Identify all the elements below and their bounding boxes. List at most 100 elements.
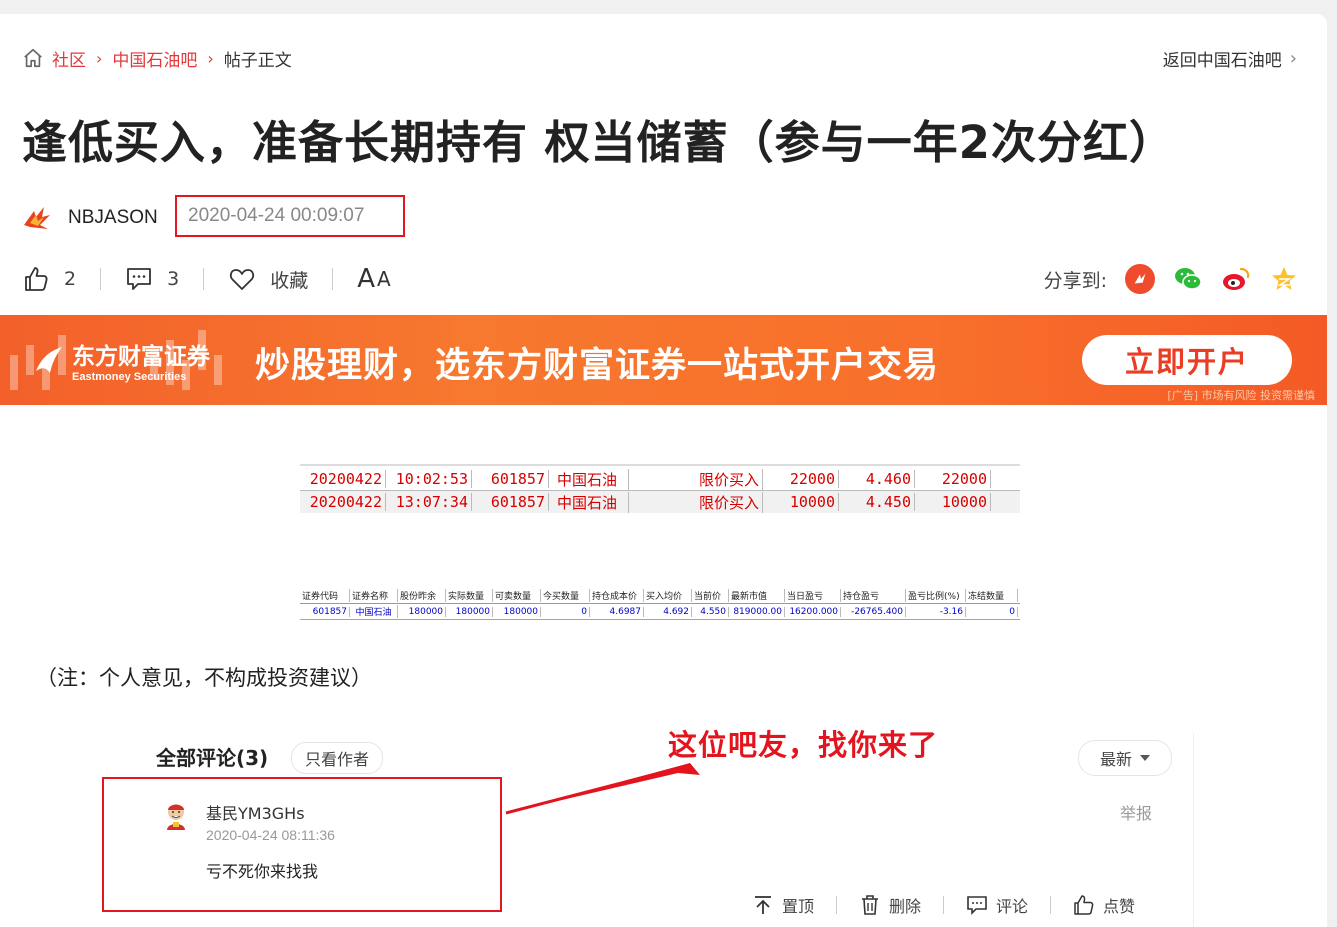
trade-code: 601857 <box>472 493 549 511</box>
annotation-arrow <box>505 763 700 815</box>
trade-name: 中国石油 <box>549 468 629 490</box>
back-link-label: 返回中国石油吧 <box>1162 51 1282 71</box>
font-size-button[interactable]: AA <box>357 264 392 294</box>
like-label: 点赞 <box>1103 897 1136 916</box>
holdings-header-cell: 当前价 <box>692 589 729 602</box>
holdings-header-cell: 股份昨余 <box>398 589 446 602</box>
holdings-cell: 180000 <box>398 606 446 617</box>
ad-slogan: 炒股理财，选东方财富证券一站式开户交易 <box>255 346 940 386</box>
trade-code: 601857 <box>472 470 549 488</box>
open-account-button[interactable]: 立即开户 <box>1082 335 1292 385</box>
breadcrumb-bar[interactable]: 中国石油吧 <box>112 46 197 71</box>
weibo-icon[interactable] <box>1221 264 1251 294</box>
report-button[interactable]: 举报 <box>1120 800 1152 824</box>
share-bar: 分享到: <box>1044 262 1299 296</box>
user-avatar-icon[interactable] <box>162 801 190 831</box>
thumbs-up-icon <box>1074 895 1094 915</box>
post-note: （注：个人意见，不构成投资建议） <box>36 666 372 690</box>
holdings-header-cell: 持仓成本价 <box>590 589 644 602</box>
heart-icon <box>230 269 255 290</box>
trade-filled: 10000 <box>915 493 991 511</box>
pin-button[interactable]: 置顶 <box>752 893 814 917</box>
ad-brand-cn: 东方财富证券 <box>72 343 210 370</box>
qzone-icon[interactable] <box>1269 264 1299 294</box>
post-title: 逢低买入，准备长期持有 权当储蓄（参与一年2次分红） <box>22 116 1175 169</box>
holdings-header-cell: 可卖数量 <box>493 589 541 602</box>
thumbs-up-icon <box>25 267 48 291</box>
comment-like-button[interactable]: 点赞 <box>1073 893 1135 917</box>
holdings-cell: 180000 <box>446 606 493 617</box>
holdings-header-cell: 最新市值 <box>729 589 785 602</box>
holdings-cell: 0 <box>541 606 590 617</box>
breadcrumb: 社区 › 中国石油吧 › 帖子正文 <box>22 46 292 71</box>
breadcrumb-current: 帖子正文 <box>223 50 292 71</box>
trade-price: 4.450 <box>839 493 915 511</box>
trade-record-image: 20200422 10:02:53 601857 中国石油 限价买入 22000… <box>300 464 1020 516</box>
font-size-small: A <box>377 267 393 291</box>
trade-name: 中国石油 <box>549 491 629 513</box>
wechat-icon[interactable] <box>1173 264 1203 294</box>
table-row: 20200422 13:07:34 601857 中国石油 限价买入 10000… <box>300 491 1020 513</box>
author-avatar-icon[interactable] <box>22 205 52 231</box>
divider <box>1193 733 1194 927</box>
holdings-header-cell: 证券代码 <box>300 589 350 602</box>
back-to-bar-link[interactable]: 返回中国石油吧 › <box>1163 46 1297 71</box>
sort-dropdown[interactable]: 最新 <box>1078 740 1172 776</box>
home-icon[interactable] <box>22 47 44 69</box>
like-button[interactable]: 2 <box>22 265 76 293</box>
holdings-cell: 4.692 <box>644 606 692 617</box>
pin-top-icon <box>755 896 771 914</box>
delete-button[interactable]: 删除 <box>859 893 921 917</box>
holdings-image: 证券代码 证券名称 股份昨余 实际数量 可卖数量 今买数量 持仓成本价 买入均价 当前价 最新市值… <box>300 588 1020 621</box>
trade-type: 限价买入 <box>687 468 763 490</box>
delete-label: 删除 <box>889 897 922 916</box>
author-name[interactable]: NBJASON <box>68 207 158 229</box>
holdings-header-cell: 盈亏比例(%) <box>906 589 966 602</box>
trade-time: 13:07:34 <box>386 493 472 511</box>
reply-button[interactable]: 评论 <box>966 893 1028 917</box>
ad-banner[interactable]: 东方财富证券 Eastmoney Securities 炒股理财，选东方财富证券… <box>0 315 1327 405</box>
share-label: 分享到: <box>1043 269 1107 292</box>
comment-count: 3 <box>167 268 180 290</box>
post-time: 2020-04-24 00:09:07 <box>175 195 405 237</box>
like-count: 2 <box>64 268 77 290</box>
chevron-right-icon: › <box>1289 48 1297 69</box>
trade-filled: 22000 <box>915 470 991 488</box>
caret-down-icon <box>1140 755 1150 761</box>
breadcrumb-community[interactable]: 社区 <box>52 46 86 71</box>
favorite-label: 收藏 <box>270 269 309 292</box>
comment-ops: 置顶 删除 评论 点赞 <box>752 890 1135 920</box>
holdings-header-cell: 冻结数量 <box>966 589 1018 602</box>
comment-icon <box>967 896 987 915</box>
divider <box>332 268 334 290</box>
trade-date: 20200422 <box>300 470 386 488</box>
holdings-cell: 819000.00 <box>729 606 785 617</box>
table-row: 601857 中国石油 180000 180000 180000 0 4.6987 4.692… <box>300 604 1020 620</box>
annotation-box <box>102 777 502 912</box>
holdings-header-row: 证券代码 证券名称 股份昨余 实际数量 可卖数量 今买数量 持仓成本价 买入均价 当前价 最新市值… <box>300 588 1020 604</box>
holdings-cell: 4.550 <box>692 606 729 617</box>
trade-price: 4.460 <box>839 470 915 488</box>
holdings-cell: -3.16 <box>906 606 966 617</box>
post-actions: 2 3 收藏 AA <box>22 262 393 296</box>
holdings-header-cell: 今买数量 <box>541 589 590 602</box>
divider <box>100 268 102 290</box>
trade-qty: 10000 <box>763 493 839 511</box>
comment-user-name[interactable]: 基民YM3GHs <box>206 800 305 824</box>
reply-label: 评论 <box>996 897 1029 916</box>
only-author-button[interactable]: 只看作者 <box>291 742 384 774</box>
comments-title: 全部评论(3) <box>156 746 269 770</box>
divider <box>943 896 945 914</box>
trade-time: 10:02:53 <box>386 470 472 488</box>
favorite-button[interactable]: 收藏 <box>228 265 308 293</box>
trade-date: 20200422 <box>300 493 386 511</box>
comment-button[interactable]: 3 <box>125 265 179 293</box>
comment-time: 2020-04-24 08:11:36 <box>206 827 335 843</box>
eastmoney-logo-icon <box>36 347 62 373</box>
holdings-header-cell: 证券名称 <box>350 589 398 602</box>
table-row: 20200422 10:02:53 601857 中国石油 限价买入 22000… <box>300 468 1020 490</box>
eastmoney-icon[interactable] <box>1125 264 1155 294</box>
holdings-header-cell: 买入均价 <box>644 589 692 602</box>
holdings-cell: -26765.400 <box>841 606 906 617</box>
divider <box>836 896 838 914</box>
